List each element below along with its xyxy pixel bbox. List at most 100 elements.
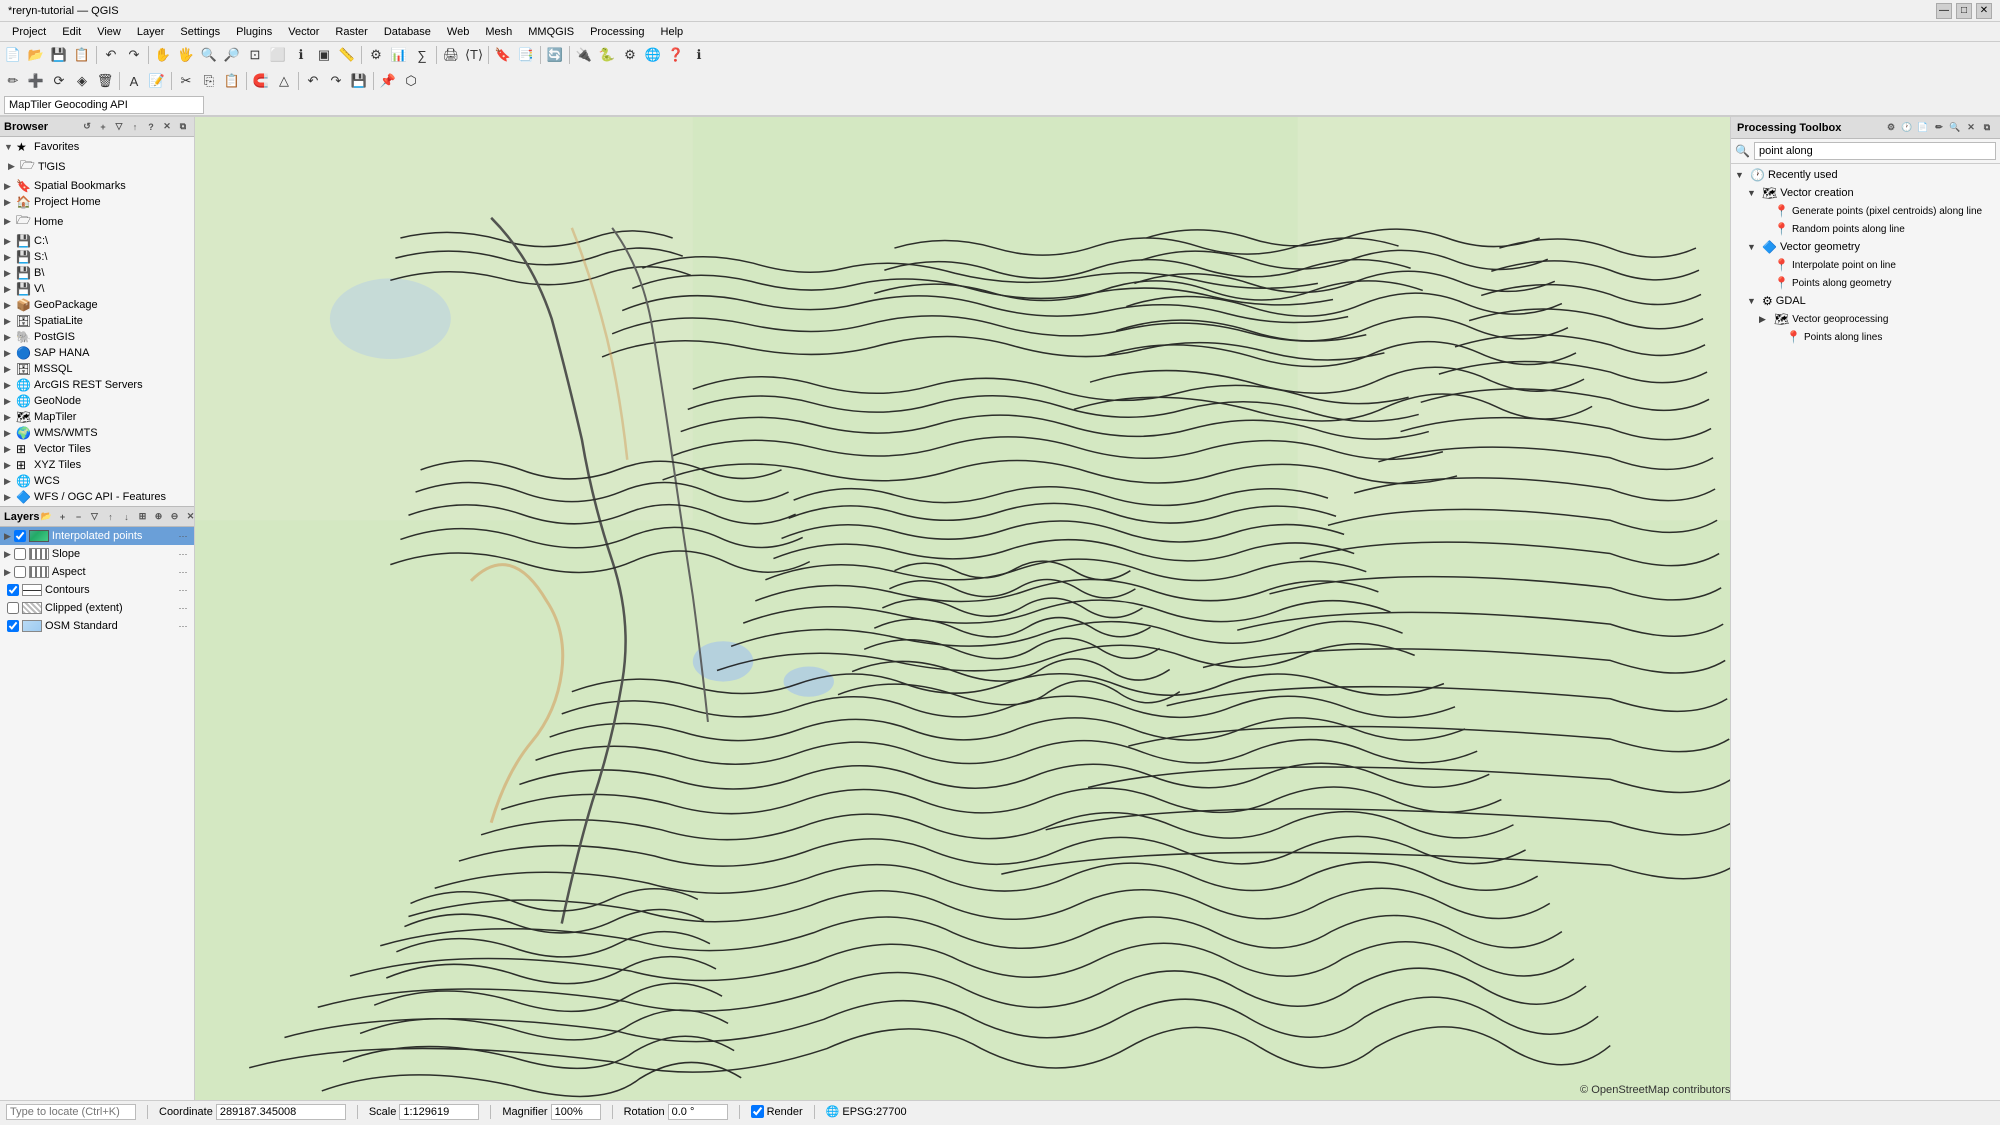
browser-filter-btn[interactable]: ▽ xyxy=(112,120,126,134)
browser-btn[interactable]: 🌐 xyxy=(642,44,664,66)
toolbox-float-icon[interactable]: ⧉ xyxy=(1980,121,1994,135)
layer-osm-standard[interactable]: OSM Standard ⋯ xyxy=(0,617,194,635)
layer-aspect-options[interactable]: ⋯ xyxy=(176,565,190,579)
new-project-btn[interactable]: 📄 xyxy=(2,44,24,66)
statistics-btn[interactable]: ∑ xyxy=(411,44,433,66)
magnifier-input[interactable] xyxy=(551,1104,601,1120)
layers-add-btn[interactable]: + xyxy=(55,510,69,524)
layer-interpolated-points[interactable]: ▶ Interpolated points ⋯ xyxy=(0,527,194,545)
browser-item-arcgis-rest[interactable]: ▶ 🌐 ArcGIS REST Servers xyxy=(0,377,194,393)
toolbox-points-along-lines[interactable]: 📍 Points along lines xyxy=(1731,328,2000,346)
zoom-layer-btn[interactable]: ⬜ xyxy=(267,44,289,66)
browser-item-wms-wmts[interactable]: ▶ 🌍 WMS/WMTS xyxy=(0,425,194,441)
locate-input[interactable] xyxy=(6,1104,136,1120)
layer-aspect-checkbox[interactable] xyxy=(14,566,26,578)
zoom-out-btn[interactable]: 🔎 xyxy=(221,44,243,66)
menu-settings[interactable]: Settings xyxy=(172,24,228,40)
python-btn[interactable]: 🐍 xyxy=(596,44,618,66)
about-btn[interactable]: ℹ xyxy=(688,44,710,66)
layer-aspect[interactable]: ▶ Aspect ⋯ xyxy=(0,563,194,581)
map-area[interactable]: © OpenStreetMap contributors, CC-BY-SA xyxy=(195,117,1730,1100)
browser-item-maptiler[interactable]: ▶ 🗺 MapTiler xyxy=(0,409,194,425)
digitize-btn[interactable]: ✏ xyxy=(2,70,24,92)
toolbox-results-icon[interactable]: 📄 xyxy=(1916,121,1930,135)
layer-interpolated-points-options[interactable]: ⋯ xyxy=(176,529,190,543)
toolbox-vector-geometry[interactable]: ▼ 🔷 Vector geometry xyxy=(1731,238,2000,256)
layers-collapse-btn[interactable]: ⊖ xyxy=(167,510,181,524)
processing-btn[interactable]: ⚙ xyxy=(619,44,641,66)
paste-btn[interactable]: 📋 xyxy=(221,70,243,92)
toolbox-settings-icon[interactable]: ⚙ xyxy=(1884,121,1898,135)
add-feature-btn[interactable]: ➕ xyxy=(25,70,47,92)
topological-btn[interactable]: △ xyxy=(273,70,295,92)
browser-close-btn[interactable]: ✕ xyxy=(160,120,174,134)
layer-clipped-options[interactable]: ⋯ xyxy=(176,601,190,615)
toolbox-vector-geoprocessing[interactable]: ▶ 🗺 Vector geoprocessing xyxy=(1731,310,2000,328)
toolbox-generate-points[interactable]: 📍 Generate points (pixel centroids) alon… xyxy=(1731,202,2000,220)
georef-btn[interactable]: 📌 xyxy=(377,70,399,92)
cut-btn[interactable]: ✂ xyxy=(175,70,197,92)
scale-input[interactable] xyxy=(399,1104,479,1120)
close-button[interactable]: ✕ xyxy=(1976,3,1992,19)
help-btn[interactable]: ❓ xyxy=(665,44,687,66)
layers-close-btn[interactable]: ✕ xyxy=(183,510,194,524)
attribute-table-btn[interactable]: 📊 xyxy=(388,44,410,66)
plugins-btn[interactable]: 🔌 xyxy=(573,44,595,66)
layers-filter-btn[interactable]: ▽ xyxy=(87,510,101,524)
snap-btn[interactable]: 🧲 xyxy=(250,70,272,92)
browser-item-c-drive[interactable]: ▶ 💾 C:\ xyxy=(0,233,194,249)
menu-view[interactable]: View xyxy=(89,24,129,40)
toolbox-close-icon[interactable]: ✕ xyxy=(1964,121,1978,135)
menu-raster[interactable]: Raster xyxy=(327,24,375,40)
browser-item-project-home[interactable]: ▶ 🏠 Project Home xyxy=(0,194,194,210)
layers-down-btn[interactable]: ↓ xyxy=(119,510,133,524)
browser-item-geonode[interactable]: ▶ 🌐 GeoNode xyxy=(0,393,194,409)
browser-refresh-btn[interactable]: ↺ xyxy=(80,120,94,134)
pan-btn[interactable]: ✋ xyxy=(152,44,174,66)
browser-item-spatial-bookmarks[interactable]: ▶ 🔖 Spatial Bookmarks xyxy=(0,178,194,194)
browser-item-tigis[interactable]: ▶ 🗁 TᴵGIS xyxy=(0,155,194,178)
menu-plugins[interactable]: Plugins xyxy=(228,24,280,40)
new-bookmark-btn[interactable]: 🔖 xyxy=(492,44,514,66)
menu-web[interactable]: Web xyxy=(439,24,477,40)
save-btn[interactable]: 💾 xyxy=(48,44,70,66)
layer-contours-options[interactable]: ⋯ xyxy=(176,583,190,597)
redo-btn[interactable]: ↷ xyxy=(123,44,145,66)
refresh-btn[interactable]: 🔄 xyxy=(544,44,566,66)
browser-item-home[interactable]: ▶ 🗁 Home xyxy=(0,210,194,233)
browser-item-spatialite[interactable]: ▶ 🗄 SpatiaLite xyxy=(0,313,194,329)
measure-btn[interactable]: 📏 xyxy=(336,44,358,66)
save-edits-btn[interactable]: 💾 xyxy=(348,70,370,92)
layers-open-btn[interactable]: 📂 xyxy=(39,510,53,524)
menu-project[interactable]: Project xyxy=(4,24,54,40)
pan-map-btn[interactable]: 🖐 xyxy=(175,44,197,66)
layer-osm-options[interactable]: ⋯ xyxy=(176,619,190,633)
toolbox-interpolate-point[interactable]: 📍 Interpolate point on line xyxy=(1731,256,2000,274)
browser-item-b-drive[interactable]: ▶ 💾 B\ xyxy=(0,265,194,281)
layer-contours[interactable]: Contours ⋯ xyxy=(0,581,194,599)
open-btn[interactable]: 📂 xyxy=(25,44,47,66)
browser-item-v-drive[interactable]: ▶ 💾 V\ xyxy=(0,281,194,297)
menu-processing[interactable]: Processing xyxy=(582,24,652,40)
browser-add-btn[interactable]: + xyxy=(96,120,110,134)
menu-mesh[interactable]: Mesh xyxy=(477,24,520,40)
rotation-input[interactable] xyxy=(668,1104,728,1120)
geocoding-input[interactable] xyxy=(4,96,204,114)
toolbox-vector-creation[interactable]: ▼ 🗺 Vector creation xyxy=(1731,184,2000,202)
browser-float-btn[interactable]: ⧉ xyxy=(176,120,190,134)
render-checkbox[interactable] xyxy=(751,1105,764,1118)
show-bookmarks-btn[interactable]: 📑 xyxy=(515,44,537,66)
menu-vector[interactable]: Vector xyxy=(280,24,327,40)
maximize-button[interactable]: □ xyxy=(1956,3,1972,19)
save-as-btn[interactable]: 📋 xyxy=(71,44,93,66)
browser-item-postgis[interactable]: ▶ 🐘 PostGIS xyxy=(0,329,194,345)
layer-slope[interactable]: ▶ Slope ⋯ xyxy=(0,545,194,563)
layer-properties-btn[interactable]: ⚙ xyxy=(365,44,387,66)
advanced-dig-btn[interactable]: ⬡ xyxy=(400,70,422,92)
menu-edit[interactable]: Edit xyxy=(54,24,89,40)
browser-item-favorites[interactable]: ▼ ★ Favorites xyxy=(0,139,194,155)
print-layout-btn[interactable]: 🖨 xyxy=(440,44,462,66)
label-tool-btn[interactable]: A xyxy=(123,70,145,92)
layer-osm-checkbox[interactable] xyxy=(7,620,19,632)
menu-help[interactable]: Help xyxy=(653,24,692,40)
